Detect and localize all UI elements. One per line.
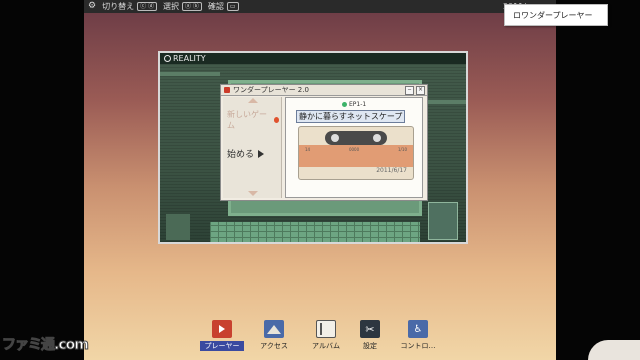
- right-letterbox: [556, 0, 640, 360]
- left-letterbox: [0, 0, 84, 360]
- hint-select: 選択 ⓐ ⓑ: [163, 0, 202, 13]
- song-title[interactable]: 静かに暮らすネットスケープ: [296, 110, 406, 123]
- window-title: ワンダープレーヤー 2.0: [233, 86, 309, 94]
- status-dot-icon: [342, 102, 347, 107]
- watermark-logo: ファミ通.com: [2, 337, 90, 354]
- nav-player[interactable]: プレーヤー: [200, 320, 244, 352]
- close-icon[interactable]: ×: [416, 85, 425, 95]
- keyboard: [210, 222, 420, 242]
- window-buttons: ‒ ×: [405, 85, 427, 95]
- nav-album[interactable]: アルバム: [304, 320, 348, 352]
- tape-numbers: 14 0000 1/10: [305, 147, 407, 152]
- menu-start[interactable]: 始める: [227, 147, 279, 160]
- player-menu: 新しいゲーム 始める: [223, 97, 282, 198]
- pc-unit: [428, 202, 458, 240]
- player-icon: [212, 320, 232, 338]
- wonder-player-window: ワンダープレーヤー 2.0 ‒ × 新しいゲーム 始める EP1-1 静かに暮ら…: [220, 84, 428, 201]
- control-hint-bar: ⚙ 切り替え ⓒ ⓓ 選択 ⓐ ⓑ 確認 ▭ 2011/: [84, 0, 556, 13]
- gear-icon[interactable]: ⚙: [88, 0, 96, 13]
- album-icon: [316, 320, 336, 338]
- scroll-down-icon[interactable]: [248, 191, 258, 196]
- wonder-player-titlebar: ワンダープレーヤー 2.0 ‒ ×: [221, 85, 427, 96]
- nav-control[interactable]: ♿ コントロ…: [396, 320, 440, 352]
- hint-switch: 切り替え ⓒ ⓓ: [102, 0, 157, 13]
- nav-access[interactable]: アクセス: [252, 320, 296, 352]
- hint-confirm: 確認 ▭: [208, 0, 239, 13]
- corner-mascot: [588, 340, 640, 360]
- app-icon: [224, 87, 230, 93]
- tape-reel-window: [325, 131, 387, 145]
- key-ab: ⓐ ⓑ: [182, 2, 202, 11]
- access-icon: [264, 320, 284, 338]
- episode-label: EP1-1: [342, 101, 366, 108]
- key-confirm: ▭: [226, 2, 239, 11]
- nav-settings[interactable]: ✂ 設定: [348, 320, 392, 352]
- reality-dot-icon: [164, 55, 171, 62]
- control-icon: ♿: [408, 320, 428, 338]
- desk-item: [166, 214, 190, 240]
- settings-icon: ✂: [360, 320, 380, 338]
- key-cd: ⓒ ⓓ: [137, 2, 157, 11]
- play-icon: [258, 149, 265, 158]
- context-popup[interactable]: ロワンダープレーヤー: [504, 4, 608, 26]
- cassette-tape: 14 0000 1/10 2011/6/17: [298, 126, 414, 180]
- menu-new-game[interactable]: 新しいゲーム: [227, 109, 279, 131]
- record-icon: [273, 117, 279, 123]
- shelf: [160, 72, 220, 76]
- reality-title: REALITY: [164, 54, 206, 63]
- minimize-icon[interactable]: ‒: [405, 85, 414, 95]
- bottom-nav: プレーヤー アクセス アルバム ✂ 設定 ♿ コントロ…: [200, 320, 450, 356]
- tape-date: 2011/6/17: [376, 167, 407, 174]
- episode-card: EP1-1 静かに暮らすネットスケープ 14 0000 1/10 2011/6/…: [285, 97, 423, 198]
- popup-label[interactable]: ロワンダープレーヤー: [513, 10, 593, 21]
- scroll-up-icon[interactable]: [248, 98, 258, 103]
